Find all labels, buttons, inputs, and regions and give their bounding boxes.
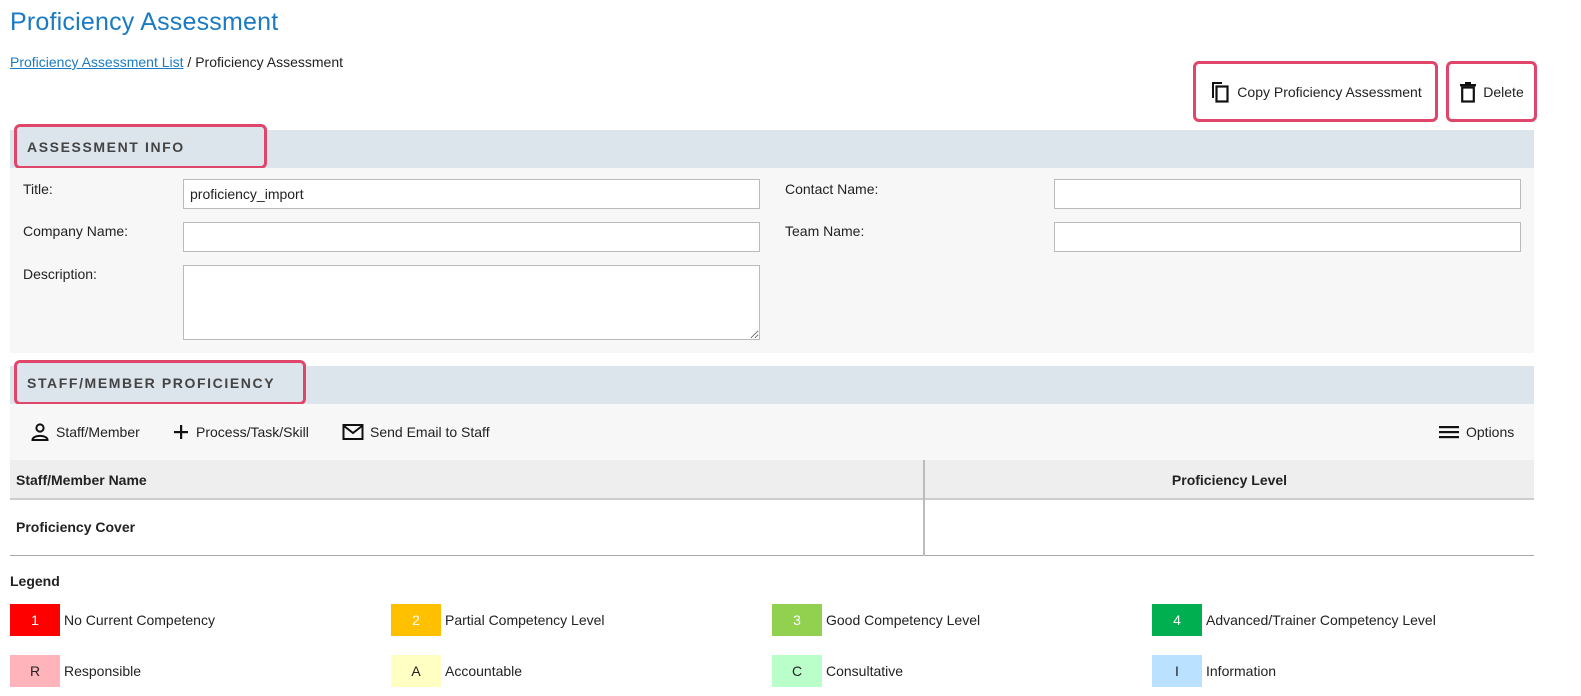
send-email-button[interactable]: Send Email to Staff [342, 404, 490, 460]
proficiency-grid: Staff/Member Name Proficiency Level Prof… [10, 460, 1534, 556]
legend-title: Legend [10, 573, 60, 589]
breadcrumb: Proficiency Assessment List / Proficienc… [10, 54, 343, 70]
assessment-info-panel: Title: Company Name: Description: Contac… [10, 168, 1534, 353]
company-name-input[interactable] [183, 222, 760, 252]
legend-item: A Accountable [391, 655, 522, 687]
title-label: Title: [23, 181, 53, 197]
legend-swatch: 2 [391, 604, 441, 636]
page-title: Proficiency Assessment [10, 8, 279, 36]
send-email-label: Send Email to Staff [370, 424, 490, 440]
staff-proficiency-header[interactable]: STAFF/MEMBER PROFICIENCY [14, 360, 306, 405]
copy-assessment-label: Copy Proficiency Assessment [1237, 83, 1422, 100]
copy-icon [1212, 81, 1229, 103]
column-divider[interactable] [923, 460, 925, 556]
column-header-proficiency-level[interactable]: Proficiency Level [925, 460, 1534, 500]
process-task-skill-label: Process/Task/Skill [196, 424, 309, 440]
legend-swatch: A [391, 655, 441, 687]
options-label: Options [1466, 424, 1515, 440]
legend-item: C Consultative [772, 655, 903, 687]
legend-swatch: C [772, 655, 822, 687]
assessment-info-header[interactable]: ASSESSMENT INFO [14, 124, 267, 169]
legend-label: Accountable [445, 663, 523, 679]
team-name-label: Team Name: [785, 223, 865, 239]
legend-item: R Responsible [10, 655, 141, 687]
contact-name-input[interactable] [1054, 179, 1521, 209]
mail-icon [342, 424, 364, 440]
company-name-label: Company Name: [23, 223, 129, 239]
staff-toolbar: Staff/Member Process/Task/Skill Send Ema… [10, 404, 1534, 460]
column-header-staff-name[interactable]: Staff/Member Name [16, 460, 147, 500]
legend-label: Information [1206, 663, 1277, 679]
delete-label: Delete [1483, 83, 1524, 100]
plus-icon [174, 425, 188, 439]
legend-swatch: 4 [1152, 604, 1202, 636]
staff-member-label: Staff/Member [56, 424, 140, 440]
legend-item: 3 Good Competency Level [772, 604, 980, 636]
legend-label: Responsible [64, 663, 142, 679]
description-textarea[interactable] [183, 265, 760, 340]
legend-item: 4 Advanced/Trainer Competency Level [1152, 604, 1436, 636]
person-icon [31, 423, 49, 441]
menu-icon [1439, 426, 1459, 439]
legend-item: 1 No Current Competency [10, 604, 215, 636]
copy-assessment-button[interactable]: Copy Proficiency Assessment [1193, 61, 1438, 122]
grid-header-row: Staff/Member Name Proficiency Level [10, 460, 1534, 500]
trash-icon [1460, 81, 1477, 103]
assessment-info-header-bar: ASSESSMENT INFO [10, 124, 1534, 169]
breadcrumb-separator: / [187, 54, 192, 70]
delete-button[interactable]: Delete [1446, 61, 1537, 122]
title-input[interactable] [183, 179, 760, 209]
breadcrumb-link-assessment-list[interactable]: Proficiency Assessment List [10, 54, 184, 70]
legend-swatch: R [10, 655, 60, 687]
add-process-task-skill-button[interactable]: Process/Task/Skill [172, 404, 309, 460]
legend-swatch: 3 [772, 604, 822, 636]
legend-label: Advanced/Trainer Competency Level [1206, 612, 1436, 628]
team-name-input[interactable] [1054, 222, 1521, 252]
legend-swatch: I [1152, 655, 1202, 687]
legend-item: 2 Partial Competency Level [391, 604, 605, 636]
legend-label: Good Competency Level [826, 612, 981, 628]
proficiency-cover-row: Proficiency Cover [16, 519, 136, 535]
legend-label: Partial Competency Level [445, 612, 605, 628]
add-staff-member-button[interactable]: Staff/Member [30, 404, 140, 460]
description-label: Description: [23, 266, 97, 282]
breadcrumb-current: Proficiency Assessment [195, 54, 344, 70]
legend-label: No Current Competency [64, 612, 215, 628]
legend-swatch: 1 [10, 604, 60, 636]
options-menu-button[interactable]: Options [1438, 404, 1514, 460]
legend-item: I Information [1152, 655, 1276, 687]
contact-name-label: Contact Name: [785, 181, 879, 197]
staff-proficiency-header-bar: STAFF/MEMBER PROFICIENCY [10, 360, 1534, 405]
legend-label: Consultative [826, 663, 904, 679]
